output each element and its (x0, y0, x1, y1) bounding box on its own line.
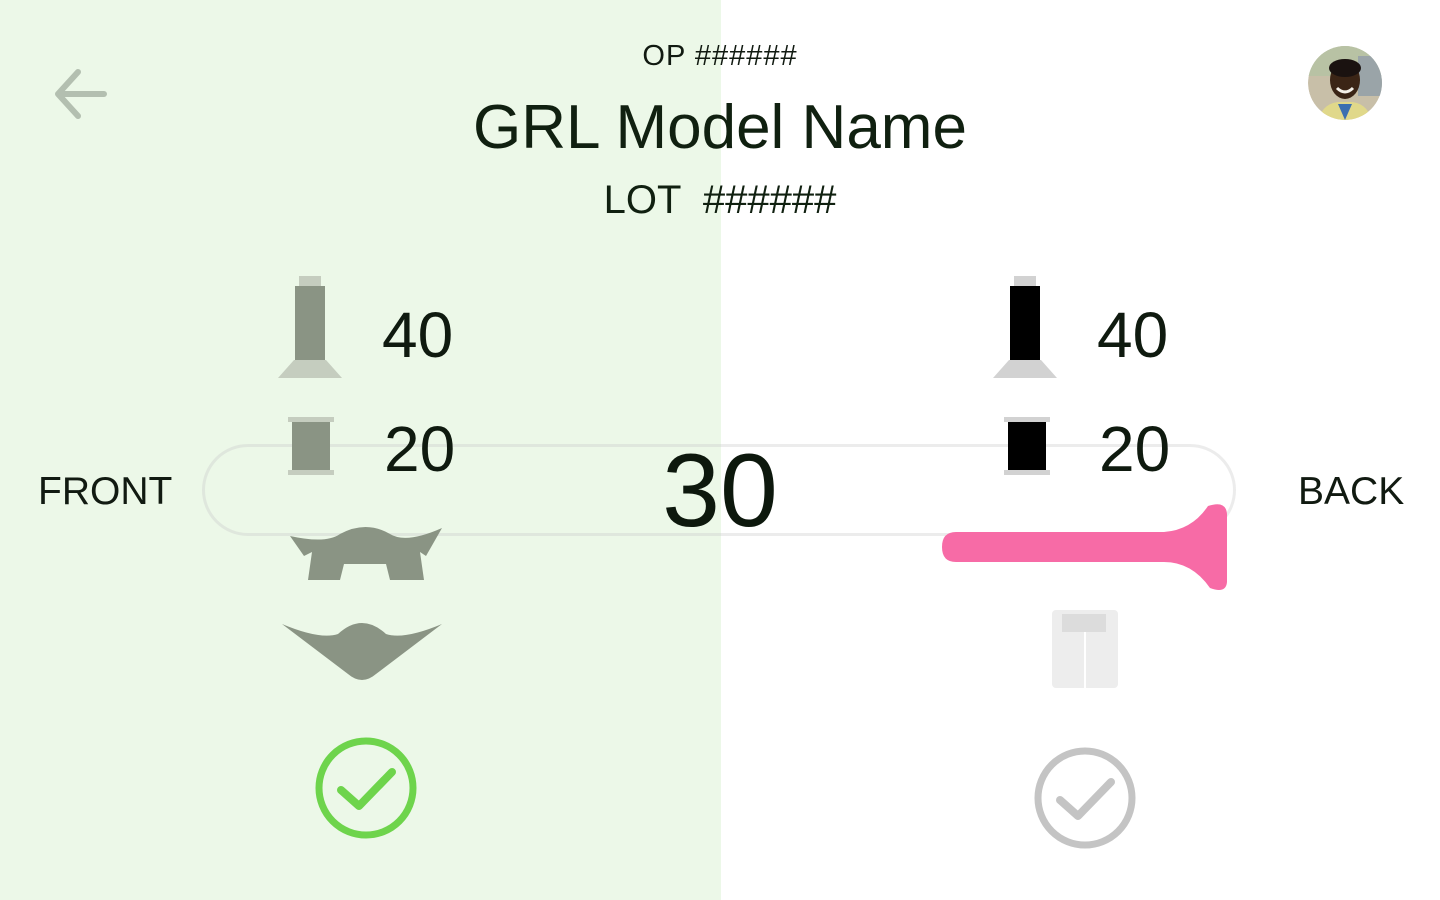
collar-icon (282, 623, 442, 680)
bobbin-icon (288, 417, 334, 475)
front-complete-check-icon[interactable] (314, 736, 418, 840)
model-name: GRL Model Name (473, 93, 967, 162)
back-bobbin-thread-value: 20 (1099, 413, 1171, 485)
op-number: OP ###### (642, 40, 798, 72)
lot-number: LOT ###### (603, 178, 837, 222)
user-avatar[interactable] (1308, 46, 1382, 120)
front-bobbin-thread-value: 20 (384, 413, 456, 485)
back-needle-thread-value: 40 (1097, 299, 1169, 371)
needle-thread-spool-icon (278, 276, 342, 378)
presser-foot-icon (290, 527, 442, 580)
front-side-label[interactable]: FRONT (38, 470, 172, 514)
pocket-panel-icon (1052, 610, 1118, 688)
needle-thread-spool-icon (993, 276, 1057, 378)
back-button[interactable] (42, 56, 114, 124)
arrow-left-icon (55, 69, 107, 119)
back-pending-check-icon[interactable] (1033, 746, 1137, 850)
back-side-label[interactable]: BACK (1298, 470, 1404, 514)
piece-count: 30 (662, 433, 778, 549)
front-needle-thread-value: 40 (382, 299, 454, 371)
bobbin-icon (1004, 417, 1050, 475)
avatar-photo (1308, 46, 1382, 120)
side-toggle-handle[interactable] (940, 502, 1230, 594)
operation-screen: OP ###### GRL Model Name LOT ###### FRON… (0, 0, 1440, 900)
